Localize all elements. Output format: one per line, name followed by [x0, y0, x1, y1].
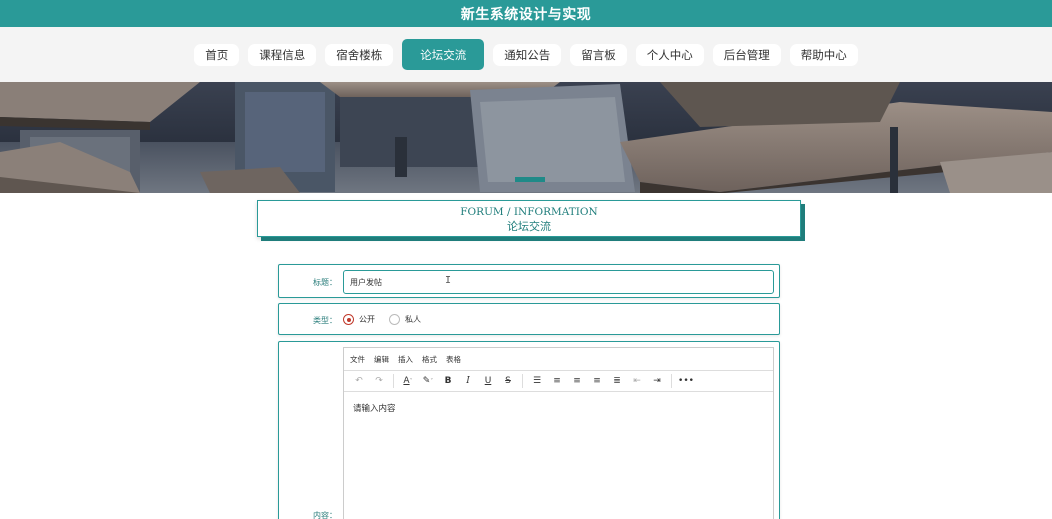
section-title-en: FORUM / INFORMATION — [460, 206, 598, 218]
menu-table[interactable]: 表格 — [446, 354, 461, 365]
title-input[interactable] — [343, 270, 774, 294]
radio-public-indicator[interactable] — [343, 314, 354, 325]
editor-toolbar: ↶ ↷ A ˅ ✎ ˅ B I U S ☰ ≡ ≡ ≡ ≣ ⇤ ⇥ ••• — [344, 370, 773, 392]
text-color-icon[interactable]: A ˅ — [399, 372, 417, 390]
content-label: 内容： — [313, 511, 337, 519]
toolbar-divider — [522, 374, 523, 388]
underline-icon[interactable]: U — [479, 372, 497, 390]
redo-icon[interactable]: ↷ — [370, 372, 388, 390]
menu-format[interactable]: 格式 — [422, 354, 437, 365]
nav-item-forum[interactable]: 论坛交流 — [402, 39, 485, 70]
radio-private-label: 私人 — [405, 315, 421, 324]
nav-item-admin[interactable]: 后台管理 — [712, 43, 781, 66]
nav-item-courses[interactable]: 课程信息 — [248, 43, 317, 66]
italic-icon[interactable]: I — [459, 372, 477, 390]
menu-insert[interactable]: 插入 — [398, 354, 413, 365]
main-nav: 首页 课程信息 宿舍楼栋 论坛交流 通知公告 留言板 个人中心 后台管理 帮助中… — [0, 27, 1052, 82]
top-header: 新生系统设计与实现 — [0, 0, 1052, 27]
title-label: 标题： — [313, 278, 337, 287]
align-left-icon[interactable]: ≡ — [548, 372, 566, 390]
outdent-icon[interactable]: ⇤ — [628, 372, 646, 390]
more-icon[interactable]: ••• — [677, 372, 695, 390]
nav-item-help[interactable]: 帮助中心 — [789, 43, 858, 66]
menu-edit[interactable]: 编辑 — [374, 354, 389, 365]
radio-private-indicator[interactable] — [389, 314, 400, 325]
toolbar-divider — [393, 374, 394, 388]
menu-file[interactable]: 文件 — [350, 354, 365, 365]
highlight-color-icon[interactable]: ✎ ˅ — [419, 372, 437, 390]
section-title-zh: 论坛交流 — [507, 220, 551, 233]
align-right-icon[interactable]: ≡ — [588, 372, 606, 390]
nav-item-dormitory[interactable]: 宿舍楼栋 — [325, 43, 394, 66]
strikethrough-icon[interactable]: S — [499, 372, 517, 390]
align-center-icon[interactable]: ≡ — [568, 372, 586, 390]
radio-private[interactable]: 私人 — [389, 314, 421, 325]
undo-icon[interactable]: ↶ — [350, 372, 368, 390]
nav-item-notices[interactable]: 通知公告 — [493, 43, 562, 66]
editor-placeholder: 请输入内容 — [353, 404, 396, 414]
radio-public[interactable]: 公开 — [343, 314, 375, 325]
indent-icon[interactable]: ⇥ — [648, 372, 666, 390]
toolbar-divider — [671, 374, 672, 388]
classroom-banner-image — [0, 82, 1052, 193]
editor-content-area[interactable]: 请输入内容 — [344, 392, 773, 424]
content-row: 内容： 文件 编辑 插入 格式 表格 ↶ ↷ A ˅ ✎ ˅ B I U S ☰ ≡… — [278, 341, 780, 519]
nav-item-message-board[interactable]: 留言板 — [570, 43, 627, 66]
type-row: 类型： 公开 私人 — [278, 303, 780, 335]
list-icon[interactable]: ☰ — [528, 372, 546, 390]
radio-public-label: 公开 — [359, 315, 375, 324]
bold-icon[interactable]: B — [439, 372, 457, 390]
text-cursor-icon: Ι — [445, 275, 452, 286]
nav-item-home[interactable]: 首页 — [194, 43, 240, 66]
editor-menubar: 文件 编辑 插入 格式 表格 — [344, 348, 773, 370]
system-title: 新生系统设计与实现 — [460, 6, 592, 23]
align-justify-icon[interactable]: ≣ — [608, 372, 626, 390]
rich-text-editor: 文件 编辑 插入 格式 表格 ↶ ↷ A ˅ ✎ ˅ B I U S ☰ ≡ ≡ ≡… — [343, 347, 774, 519]
type-label: 类型： — [313, 316, 337, 325]
title-row: 标题： Ι — [278, 264, 780, 298]
section-title-box: FORUM / INFORMATION 论坛交流 — [257, 200, 801, 237]
nav-item-profile[interactable]: 个人中心 — [635, 43, 704, 66]
